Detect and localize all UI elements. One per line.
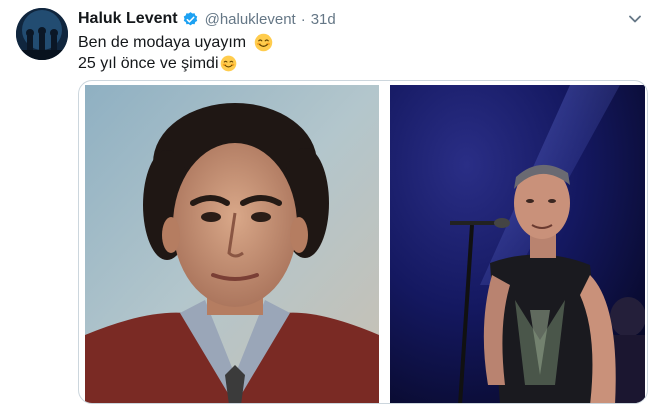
tweet-text-line-1-content: Ben de modaya uyayım: [78, 34, 247, 51]
separator-dot: ·: [300, 10, 306, 28]
smiling-face-emoji-icon: [220, 55, 237, 72]
photo-concert-2[interactable]: [390, 85, 645, 403]
photo-portrait-1[interactable]: [85, 85, 379, 403]
chevron-down-icon[interactable]: [626, 10, 644, 28]
tweet-text-line-1: Ben de modaya uyayım: [78, 32, 273, 53]
tweet[interactable]: Haluk Levent @haluklevent · 31d Ben de m…: [0, 0, 660, 404]
author-handle[interactable]: @haluklevent: [205, 11, 296, 28]
avatar-image: [16, 8, 68, 60]
verified-badge-icon: [182, 11, 199, 28]
media-grid: [78, 80, 648, 404]
tweet-text: Ben de modaya uyayım 25 yıl önce ve şimd…: [78, 32, 273, 74]
smiling-face-emoji-icon: [254, 33, 273, 52]
tweet-text-line-2: 25 yıl önce ve şimdi: [78, 53, 273, 74]
tweet-text-line-2-content: 25 yıl önce ve şimdi: [78, 55, 219, 72]
timestamp[interactable]: 31d: [311, 11, 336, 28]
avatar[interactable]: [16, 8, 68, 60]
author-name[interactable]: Haluk Levent: [78, 10, 178, 28]
tweet-header: Haluk Levent @haluklevent · 31d: [78, 8, 336, 30]
